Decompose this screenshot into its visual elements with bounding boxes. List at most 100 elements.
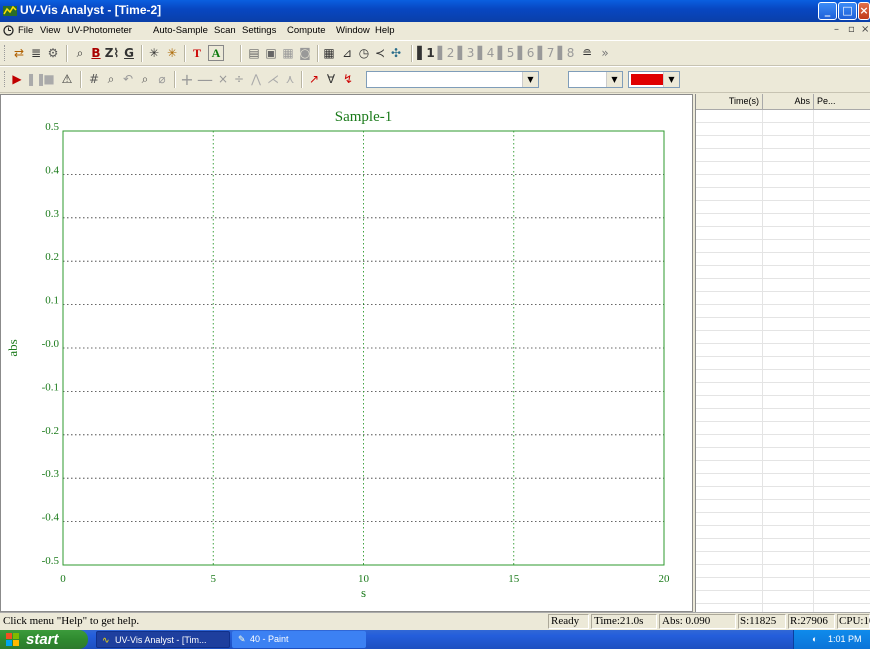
peak-area-icon[interactable]: ⋌ (265, 71, 281, 88)
peak-pick-icon[interactable]: ≺ (372, 45, 388, 62)
volume-icon[interactable]: ◐ (812, 630, 817, 649)
table-row[interactable] (696, 162, 870, 175)
table-row[interactable] (696, 266, 870, 279)
lamp-on-icon[interactable]: ✳ (146, 45, 162, 62)
table-row[interactable] (696, 422, 870, 435)
table-row[interactable] (696, 318, 870, 331)
menu-compute[interactable]: Compute (287, 25, 326, 36)
table-icon[interactable]: ▦ (321, 45, 337, 62)
derivative-icon[interactable]: ∀ (323, 71, 339, 88)
save-icon[interactable]: ▤ (246, 45, 262, 62)
zero-icon[interactable]: Z⌇ (104, 45, 120, 62)
table-row[interactable] (696, 448, 870, 461)
cell-8-icon[interactable]: ▌8 (557, 45, 575, 62)
table-row[interactable] (696, 149, 870, 162)
start-button[interactable]: start (0, 630, 88, 649)
document-system-icon[interactable] (3, 25, 14, 36)
line-style-select[interactable]: ▼ (568, 71, 623, 88)
table-row[interactable] (696, 240, 870, 253)
lamp-off-icon[interactable]: ✳ (164, 45, 180, 62)
warning-icon[interactable]: ⚠ (59, 71, 75, 88)
title-bar[interactable]: UV-Vis Analyst - [Time-2] _ □ × (0, 0, 870, 22)
table-row[interactable] (696, 435, 870, 448)
table-row[interactable] (696, 474, 870, 487)
menu-window[interactable]: Window (336, 25, 370, 36)
table-row[interactable] (696, 331, 870, 344)
table-row[interactable] (696, 578, 870, 591)
curve-select[interactable]: ▼ (366, 71, 539, 88)
column-header-pe[interactable]: Pe... (814, 94, 870, 110)
cell-3-icon[interactable]: ▌3 (457, 45, 475, 62)
crosshair-icon[interactable]: + (179, 71, 195, 88)
peak-icon[interactable]: ⋀ (248, 71, 264, 88)
menu-uv-photometer[interactable]: UV-Photometer (67, 25, 132, 36)
table-row[interactable] (696, 253, 870, 266)
table-row[interactable] (696, 214, 870, 227)
table-row[interactable] (696, 487, 870, 500)
sampler-tray-icon[interactable]: ≘ (578, 45, 596, 62)
print-preview-icon[interactable]: ◙ (297, 45, 313, 62)
instrument-icon[interactable]: ≣ (28, 45, 44, 62)
table-row[interactable] (696, 344, 870, 357)
absorbance-chart[interactable]: Sample-1 s abs 0.5 0.4 0.3 0.2 0.1 -0.0 -0.1 -0… (1, 95, 692, 611)
minimize-button[interactable]: _ (818, 2, 837, 20)
search-peak-icon[interactable]: ⌕ (72, 45, 88, 62)
table-row[interactable] (696, 500, 870, 513)
table-row[interactable] (696, 110, 870, 123)
cell-5-icon[interactable]: ▌5 (497, 45, 515, 62)
divide-icon[interactable]: ÷ (231, 71, 247, 88)
normalize-icon[interactable]: ↯ (340, 71, 356, 88)
gain-icon[interactable]: G (121, 45, 137, 62)
grid-icon[interactable]: # (86, 71, 102, 88)
zoom-reset-icon[interactable]: ⌀ (154, 71, 170, 88)
chart-pane[interactable]: Sample-1 s abs 0.5 0.4 0.3 0.2 0.1 -0.0 -0.1 -0… (0, 94, 693, 612)
table-row[interactable] (696, 396, 870, 409)
timer-icon[interactable]: ◷ (356, 45, 372, 62)
text-icon[interactable]: T (190, 45, 204, 62)
annotate-icon[interactable]: A (208, 45, 224, 61)
table-row[interactable] (696, 305, 870, 318)
zoom-in-icon[interactable]: ⌕ (103, 71, 119, 88)
calibrate-icon[interactable]: ✣ (388, 45, 404, 62)
menu-file[interactable]: File (18, 25, 33, 36)
table-row[interactable] (696, 565, 870, 578)
mdi-close-button[interactable]: × (861, 24, 869, 35)
taskbar-item-uv-vis[interactable]: ∿ UV-Vis Analyst - [Tim... (96, 631, 230, 648)
table-row[interactable] (696, 227, 870, 240)
print-icon[interactable]: ▦ (280, 45, 296, 62)
cell-6-icon[interactable]: ▌6 (517, 45, 535, 62)
cell-4-icon[interactable]: ▌4 (477, 45, 495, 62)
column-header-time[interactable]: Time(s) (696, 94, 763, 110)
menu-help[interactable]: Help (375, 25, 395, 36)
table-row[interactable] (696, 188, 870, 201)
peak-width-icon[interactable]: ⋏ (282, 71, 298, 88)
baseline-icon[interactable]: B (89, 45, 103, 62)
chart-icon[interactable]: ⊿ (339, 45, 355, 62)
menu-settings[interactable]: Settings (242, 25, 276, 36)
sampler-icon[interactable]: ⚙ (44, 45, 62, 62)
data-table[interactable]: Time(s) Abs Pe... (695, 94, 870, 612)
table-row[interactable] (696, 591, 870, 604)
hline-icon[interactable]: — (197, 71, 213, 88)
maximize-button[interactable]: □ (838, 2, 857, 20)
table-row[interactable] (696, 279, 870, 292)
table-row[interactable] (696, 552, 870, 565)
pause-icon[interactable]: ❚❚ (26, 71, 46, 88)
table-row[interactable] (696, 409, 870, 422)
table-row[interactable] (696, 539, 870, 552)
undo-zoom-icon[interactable]: ↶ (120, 71, 136, 88)
cell-2-icon[interactable]: ▌2 (437, 45, 455, 62)
table-row[interactable] (696, 513, 870, 526)
table-row[interactable] (696, 136, 870, 149)
smooth-icon[interactable]: ↗ (306, 71, 322, 88)
mark-icon[interactable]: × (215, 71, 231, 88)
menu-auto-sample[interactable]: Auto-Sample (153, 25, 208, 36)
stop-icon[interactable]: ■ (42, 71, 56, 88)
open-icon[interactable]: ▣ (263, 45, 279, 62)
table-row[interactable] (696, 526, 870, 539)
table-row[interactable] (696, 383, 870, 396)
table-row[interactable] (696, 201, 870, 214)
table-row[interactable] (696, 175, 870, 188)
mdi-restore-button[interactable]: ▫ (848, 24, 855, 35)
column-header-abs[interactable]: Abs (763, 94, 814, 110)
